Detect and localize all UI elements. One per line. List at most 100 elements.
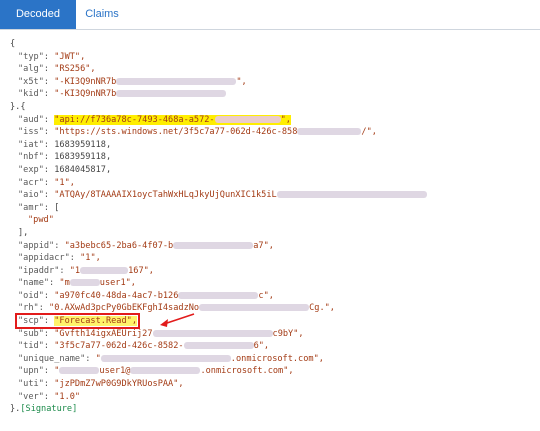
claim-key: "upn": (18, 366, 55, 377)
brace: }.{ (10, 101, 26, 112)
brace: }. (10, 404, 21, 415)
claim-value: "Forecast.Read", (54, 316, 138, 327)
claim-value: "-KI3Q9nNR7b (54, 89, 117, 100)
claim-key: "aud": (18, 114, 55, 125)
claim-value: "JWT", (54, 51, 86, 62)
claim-value-mid: user1@ (99, 366, 131, 377)
json-mid-brace: }.{ (10, 101, 538, 114)
claim-value: "api://f736a78c-7493-468a-a572- (54, 114, 215, 125)
claim-key: "exp": (18, 164, 55, 175)
claim-value-tail: ", (280, 114, 291, 125)
redacted-text (183, 342, 254, 350)
claim-value: "ATQAy/8TAAAAIX1oycTahWxHLqJkyUjQunXIC1k… (54, 190, 277, 201)
redacted-text (276, 191, 427, 199)
claim-value: "RS256", (54, 64, 96, 75)
aud-highlight: "api://f736a78c-7493-468a-a572- ", (54, 114, 291, 125)
claim-key: "sub": (18, 328, 55, 339)
decoded-token-view: { "typ": "JWT", "alg": "RS256", "x5t": "… (10, 38, 538, 428)
claim-aio: "aio": "ATQAy/8TAAAAIX1oycTahWxHLqJkyUjQ… (10, 189, 538, 202)
redacted-text (59, 367, 100, 375)
claim-key: "tid": (18, 341, 55, 352)
redacted-text (173, 241, 254, 249)
claim-value: 1684045817, (54, 164, 112, 175)
amr-close: ], (10, 227, 538, 240)
json-open-brace: { (10, 38, 538, 51)
claim-key: "rh": (18, 303, 50, 314)
claim-value: "1.0" (54, 391, 81, 402)
claim-key: "unique_name": (18, 353, 96, 364)
redacted-text (199, 304, 310, 312)
tab-claims[interactable]: Claims (76, 0, 128, 29)
claim-kid: "kid": "-KI3Q9nNR7b (10, 88, 538, 101)
claim-value-tail: a7", (253, 240, 274, 251)
claim-exp: "exp": 1684045817, (10, 164, 538, 177)
claim-aud: "aud": "api://f736a78c-7493-468a-a572- ", (10, 114, 538, 127)
claim-key: "ver": (18, 391, 55, 402)
claim-value-tail: c9bY", (272, 328, 304, 339)
redacted-text (116, 90, 227, 98)
claim-value: "1", (54, 177, 75, 188)
claim-key: "iss": (18, 127, 55, 138)
tab-decoded-token[interactable]: Decoded Token (0, 0, 76, 49)
claim-sub: "sub": "Gvfth14igxAEUrij27 c9bY", (10, 328, 538, 341)
claim-value-tail: 167", (128, 265, 154, 276)
claim-name: "name": "m user1", (10, 277, 538, 290)
amr-item: "pwd" (10, 214, 538, 227)
claim-value-tail: 6", (253, 341, 270, 352)
claim-key: "kid": (18, 89, 55, 100)
claim-appid: "appid": "a3bebc65-2ba6-4f07-b a7", (10, 240, 538, 253)
claim-value-tail: .onmicrosoft.com", (200, 366, 294, 377)
brace: { (10, 39, 16, 49)
redacted-text (69, 279, 100, 287)
claim-key: "x5t": (18, 76, 55, 87)
claim-key: "oid": (18, 290, 55, 301)
claim-key: "acr": (18, 177, 55, 188)
claim-nbf: "nbf": 1683959118, (10, 151, 538, 164)
claim-x5t: "x5t": "-KI3Q9nNR7b ", (10, 76, 538, 89)
claim-uti: "uti": "jzPDmZ7wP0G9DkYRUosPAA", (10, 378, 538, 391)
claim-key: "amr": (18, 202, 55, 213)
claim-alg: "alg": "RS256", (10, 63, 538, 76)
claim-key: "ipaddr": (18, 265, 70, 276)
claim-iss: "iss": "https://sts.windows.net/3f5c7a77… (10, 126, 538, 139)
claim-key: "uti": (18, 379, 55, 390)
claim-value: "1 (69, 265, 81, 276)
claim-scp: "scp": "Forecast.Read", (10, 313, 538, 330)
claim-value: "m (59, 278, 70, 289)
claim-key: "nbf": (18, 152, 55, 163)
array-close: ], (18, 227, 29, 238)
claim-iat: "iat": 1683959118, (10, 139, 538, 152)
claim-value-tail: Cg.", (309, 303, 335, 314)
claim-key: "aio": (18, 190, 55, 201)
claim-appidacr: "appidacr": "1", (10, 252, 538, 265)
signature-label: [Signature] (20, 404, 78, 415)
claim-value: 1683959118, (54, 139, 112, 150)
claim-value-tail: /", (361, 127, 377, 138)
redacted-text (214, 115, 281, 123)
claim-key: "typ": (18, 51, 55, 62)
claim-value: "-KI3Q9nNR7b (54, 76, 117, 87)
redacted-text (297, 128, 362, 136)
redacted-text (100, 354, 231, 362)
claim-value: "Gvfth14igxAEUrij27 (54, 328, 153, 339)
claim-key: "appid": (18, 240, 65, 251)
token-tabs: Decoded Token Claims (0, 0, 540, 49)
claim-tid: "tid": "3f5c7a77-062d-426c-8582- 6", (10, 340, 538, 353)
claim-rh: "rh": "0.AXwAd3pcPy0GbEKFghI4sadzNo Cg.", (10, 302, 538, 315)
json-close-signature: }.[Signature] (10, 403, 538, 416)
claim-value: 1683959118, (54, 152, 112, 163)
claim-value: "a970fc40-48da-4ac7-b126 (54, 290, 179, 301)
claim-value-tail: ", (236, 76, 247, 87)
claim-value: "https://sts.windows.net/3f5c7a77-062d-4… (54, 127, 298, 138)
claim-upn: "upn": " user1@ .onmicrosoft.com", (10, 365, 538, 378)
claim-value: "jzPDmZ7wP0G9DkYRUosPAA", (54, 379, 184, 390)
redacted-text (152, 329, 273, 337)
claim-typ: "typ": "JWT", (10, 51, 538, 64)
redacted-text (130, 367, 201, 375)
claim-value: "3f5c7a77-062d-426c-8582- (54, 341, 184, 352)
claim-unique-name: "unique_name": " .onmicrosoft.com", (10, 353, 538, 366)
claim-ipaddr: "ipaddr": "1 167", (10, 265, 538, 278)
claim-value: "pwd" (28, 215, 54, 226)
redacted-text (178, 291, 259, 299)
redacted-text (116, 77, 237, 85)
